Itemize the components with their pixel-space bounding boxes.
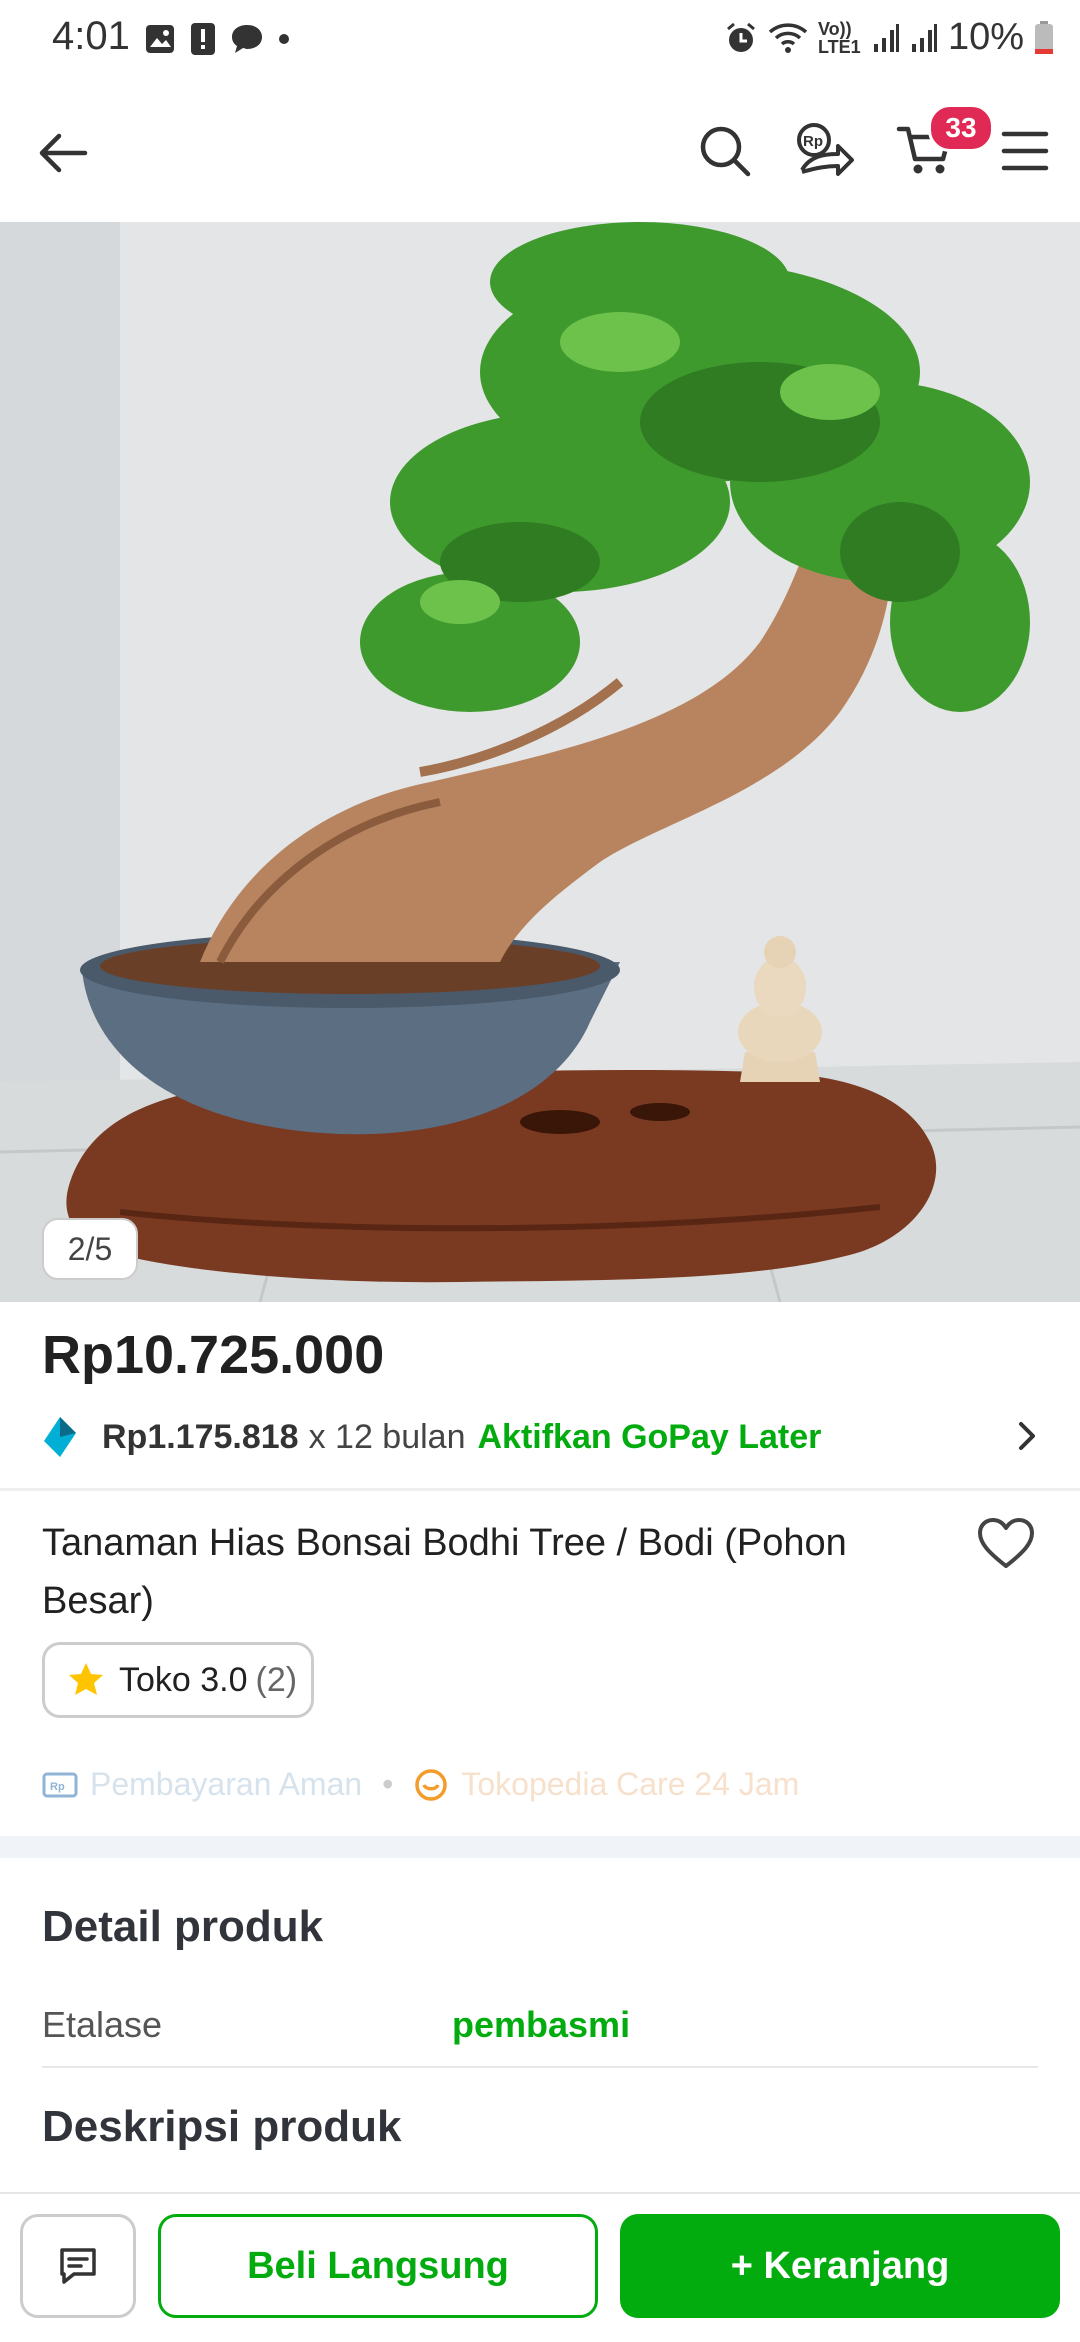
- separator-dot: •: [382, 1766, 394, 1802]
- product-description-heading: Deskripsi produk: [42, 2102, 402, 2151]
- installment-term: x 12 bulan: [308, 1417, 466, 1456]
- search-icon: [700, 126, 751, 177]
- bottom-action-bar: Beli Langsung + Keranjang: [0, 2192, 1080, 2342]
- guarantee-row: Rp Pembayaran Aman • Tokopedia Care 24 J…: [42, 1766, 799, 1803]
- divider: [0, 1488, 1080, 1491]
- cart-count-badge: 33: [928, 104, 994, 152]
- system-icons: Vo)) LTE1 10%: [724, 16, 1054, 59]
- section-separator: [0, 1836, 1080, 1858]
- notification-icons: [144, 22, 290, 56]
- svg-text:Rp: Rp: [803, 133, 823, 150]
- back-button[interactable]: [30, 120, 96, 186]
- battery-icon: [1035, 20, 1053, 54]
- status-time: 4:01: [52, 14, 130, 58]
- alert-notification-icon: [191, 23, 215, 55]
- gopay-later-icon: [44, 1417, 76, 1457]
- status-bar: 4:01 Vo)) LTE1 10%: [0, 0, 1080, 82]
- chat-notification-icon: [232, 25, 262, 53]
- app-bar-actions: Rp 33: [692, 104, 1058, 184]
- app-bar: Rp 33: [0, 82, 1080, 224]
- chat-icon: [60, 2248, 96, 2284]
- product-price: Rp10.725.000: [42, 1325, 385, 1385]
- buy-now-button[interactable]: Beli Langsung: [158, 2214, 598, 2318]
- gallery-notification-icon: [146, 25, 174, 53]
- search-button[interactable]: [692, 118, 758, 184]
- rp-share-button[interactable]: Rp: [792, 118, 858, 184]
- star-icon: [69, 1663, 103, 1695]
- rp-share-icon: Rp: [797, 123, 854, 176]
- wishlist-button[interactable]: [976, 1516, 1036, 1577]
- heart-icon: [978, 1518, 1034, 1568]
- chat-button[interactable]: [20, 2214, 136, 2318]
- secure-payment-label: Pembayaran Aman: [90, 1766, 363, 1802]
- battery-percentage: 10%: [947, 16, 1024, 58]
- menu-icon: [1001, 131, 1049, 171]
- product-title: Tanaman Hias Bonsai Bodhi Tree / Bodi (P…: [42, 1522, 847, 1622]
- chevron-right-icon: [1019, 1422, 1035, 1450]
- menu-button[interactable]: [992, 118, 1058, 184]
- back-arrow-icon: [39, 133, 88, 173]
- svg-text:Rp: Rp: [50, 1781, 65, 1793]
- rating-count: (2): [255, 1660, 298, 1699]
- etalase-label: Etalase: [42, 2004, 163, 2045]
- cart-button[interactable]: 33: [892, 104, 994, 184]
- add-to-cart-button[interactable]: + Keranjang: [620, 2214, 1060, 2318]
- gopay-later-row[interactable]: Rp1.175.818 x 12 bulan Aktifkan GoPay La…: [42, 1412, 1042, 1462]
- gopay-later-activate-link[interactable]: Aktifkan GoPay Later: [478, 1418, 822, 1457]
- shop-rating-chip[interactable]: Toko 3.0 (2): [42, 1642, 314, 1718]
- gallery-counter: 2/5: [42, 1218, 138, 1280]
- wifi-icon: [768, 22, 808, 53]
- product-detail-heading: Detail produk: [42, 1902, 324, 1951]
- rating-label: Toko 3.0: [119, 1660, 248, 1699]
- etalase-row: Etalase pembasmi: [42, 2000, 1038, 2068]
- signal-1-icon: [873, 23, 899, 52]
- network-label: Vo)) LTE1: [817, 18, 861, 57]
- secure-payment-icon: Rp: [42, 1772, 78, 1797]
- tokopedia-care-icon: [415, 1768, 448, 1801]
- tokopedia-care-label: Tokopedia Care 24 Jam: [461, 1766, 800, 1802]
- signal-2-icon: [911, 23, 937, 52]
- more-notifications-dot-icon: [279, 34, 289, 44]
- etalase-link[interactable]: pembasmi: [452, 2004, 630, 2046]
- product-photo-bonsai: [0, 222, 1080, 1302]
- product-image-gallery[interactable]: [0, 222, 1080, 1302]
- installment-amount: Rp1.175.818: [102, 1417, 299, 1456]
- alarm-icon: [726, 22, 755, 52]
